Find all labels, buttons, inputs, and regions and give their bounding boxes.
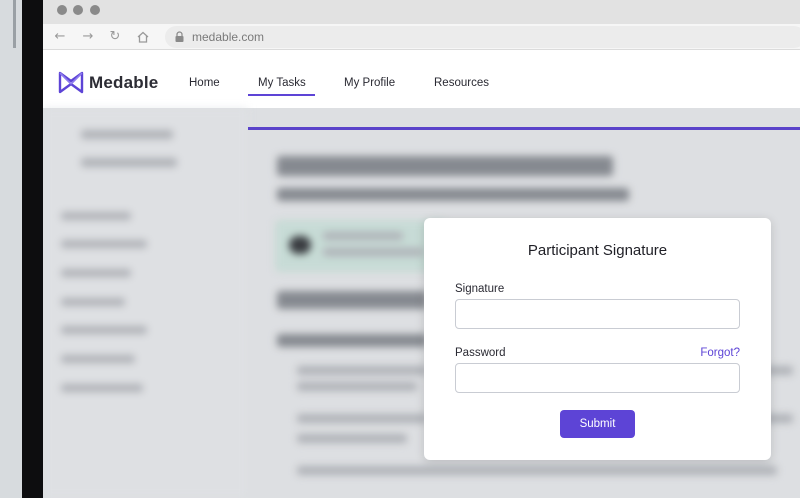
nav-resources[interactable]: Resources <box>434 77 489 89</box>
back-arrow-icon[interactable]: ← <box>51 28 69 46</box>
medable-logo-icon[interactable] <box>58 71 84 94</box>
window-close-dot[interactable] <box>57 5 67 15</box>
nav-home[interactable]: Home <box>189 77 220 89</box>
password-input[interactable] <box>455 363 740 393</box>
window-zoom-dot[interactable] <box>90 5 100 15</box>
device-bezel-edge <box>13 0 16 48</box>
modal-title: Participant Signature <box>527 242 668 259</box>
browser-toolbar: ← → ↻ medable.com <box>43 24 800 50</box>
url-text: medable.com <box>192 30 265 44</box>
password-label: Password <box>455 347 506 359</box>
forgot-password-link[interactable]: Forgot? <box>700 347 740 359</box>
submit-button[interactable]: Submit <box>560 410 635 438</box>
device-bezel-black <box>22 0 43 498</box>
signature-input[interactable] <box>455 299 740 329</box>
participant-signature-modal: Participant Signature Signature Password… <box>424 218 771 460</box>
window-minimize-dot[interactable] <box>73 5 83 15</box>
site-header: Medable Home My Tasks My Profile Resourc… <box>43 50 800 108</box>
reload-icon[interactable]: ↻ <box>106 28 124 46</box>
active-nav-indicator <box>248 94 315 96</box>
logo-wordmark[interactable]: Medable <box>89 73 158 93</box>
browser-titlebar <box>43 0 800 24</box>
device-bezel <box>0 0 22 498</box>
browser-window: ← → ↻ medable.com Medable Home My Tasks … <box>43 0 800 498</box>
nav-my-tasks[interactable]: My Tasks <box>258 77 306 89</box>
forward-arrow-icon[interactable]: → <box>79 28 97 46</box>
lock-icon <box>175 31 184 42</box>
nav-my-profile[interactable]: My Profile <box>344 77 395 89</box>
home-icon[interactable] <box>134 28 152 46</box>
signature-label: Signature <box>455 283 505 295</box>
